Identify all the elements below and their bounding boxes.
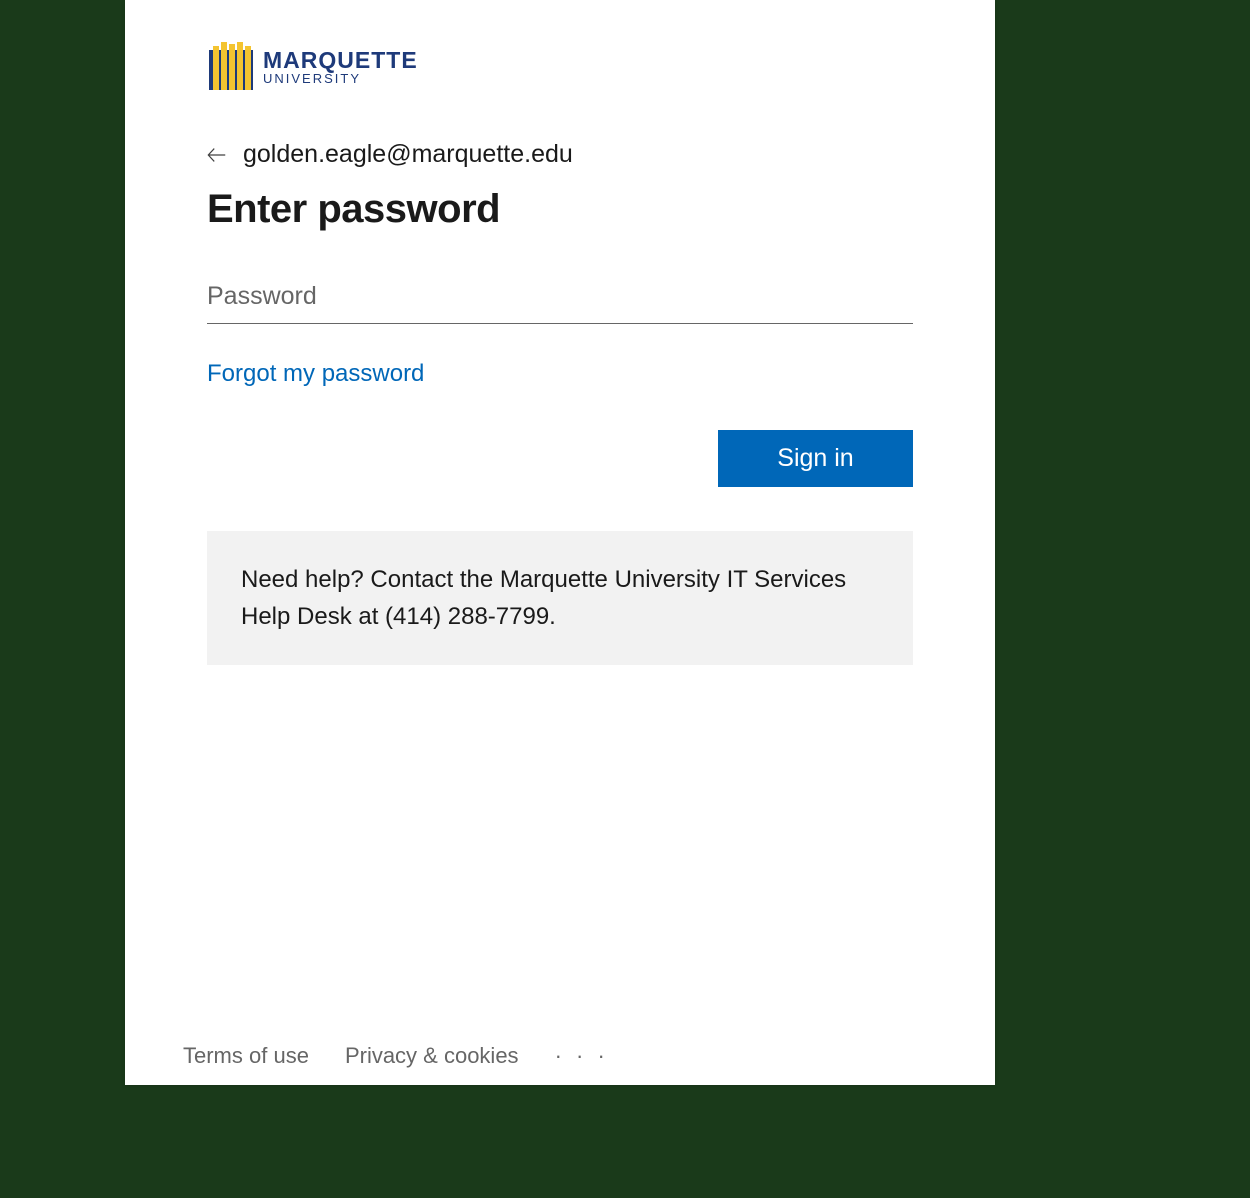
brand-subname: UNIVERSITY xyxy=(263,72,418,85)
help-text: Need help? Contact the Marquette Univers… xyxy=(207,531,913,665)
brand-logo-mark xyxy=(207,42,255,92)
forgot-password-link[interactable]: Forgot my password xyxy=(207,360,424,388)
brand-logo-text: MARQUETTE UNIVERSITY xyxy=(263,49,418,85)
back-arrow-icon[interactable] xyxy=(205,143,229,167)
identity-email: golden.eagle@marquette.edu xyxy=(243,140,573,169)
terms-link[interactable]: Terms of use xyxy=(183,1043,309,1069)
password-input[interactable] xyxy=(207,280,913,324)
brand-logo: MARQUETTE UNIVERSITY xyxy=(207,42,913,92)
more-options-icon[interactable]: · · · xyxy=(555,1043,609,1069)
brand-name: MARQUETTE xyxy=(263,49,418,72)
footer: Terms of use Privacy & cookies · · · xyxy=(125,1043,995,1069)
page-title: Enter password xyxy=(207,187,913,232)
privacy-link[interactable]: Privacy & cookies xyxy=(345,1043,519,1069)
signin-card: MARQUETTE UNIVERSITY golden.eagle@marque… xyxy=(125,0,995,1085)
signin-button[interactable]: Sign in xyxy=(718,430,913,487)
identity-row: golden.eagle@marquette.edu xyxy=(207,140,913,169)
